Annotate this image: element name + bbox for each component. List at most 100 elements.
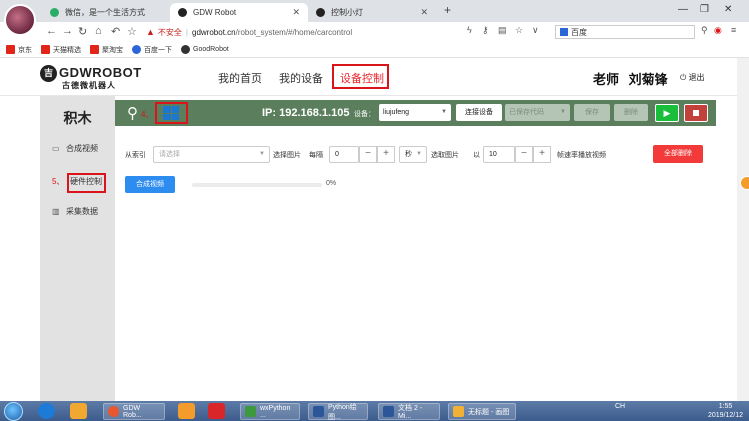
saved-code-select[interactable]: 已保存代码 ▼ <box>505 104 570 121</box>
reader-icon[interactable]: ▤ <box>498 25 507 36</box>
page-scrollbar[interactable] <box>737 58 749 401</box>
taskbar-app-python-draw[interactable]: Python绘图... <box>308 403 368 421</box>
bookmark-star-icon[interactable]: ☆ <box>515 25 523 36</box>
stop-button[interactable] <box>684 104 708 122</box>
interval-decrement-button[interactable]: − <box>359 146 377 163</box>
extension-icon[interactable]: ◉ <box>714 25 722 36</box>
close-tab-icon[interactable]: ✕ <box>420 7 428 18</box>
sidebar-item-compose-video[interactable]: ▭ 合成视频 <box>52 143 98 154</box>
bookmark-label: 聚淘宝 <box>102 46 123 54</box>
taskbar-app-document[interactable]: 文档 2 - Mi... <box>378 403 440 420</box>
taskbar-app-label: GDW Rob... <box>123 404 142 419</box>
from-index-select[interactable]: 请选择 ▼ <box>153 146 270 163</box>
search-engine-box[interactable]: 百度 <box>555 25 695 39</box>
word-icon <box>313 406 324 417</box>
baidu-icon <box>560 28 568 36</box>
sidebar-item-collect-data[interactable]: ▥ 采集数据 <box>52 206 98 217</box>
device-select[interactable]: liujufeng ▼ <box>379 104 451 121</box>
minimize-button[interactable]: — <box>678 4 688 15</box>
forward-icon[interactable]: → <box>62 25 73 37</box>
teacher-info: 老师 刘菊锋 <box>593 69 668 88</box>
ie-icon[interactable] <box>38 403 55 419</box>
unit-select[interactable]: 秒 ▼ <box>399 146 427 163</box>
jd-icon <box>6 45 15 54</box>
close-window-button[interactable]: ✕ <box>724 4 732 15</box>
home-icon[interactable]: ⌂ <box>95 25 102 37</box>
grid-view-icon[interactable] <box>163 106 179 120</box>
frame-rate-input[interactable]: 10 <box>483 146 515 163</box>
tab-label: GDW Robot <box>193 8 237 17</box>
ip-address: IP: 192.168.1.105 <box>262 107 350 119</box>
bookmark-tmall[interactable]: 天猫精选 <box>41 45 81 55</box>
search-engine-label: 百度 <box>571 27 587 37</box>
tab-wechat[interactable]: 微信，是一个生活方式 <box>42 3 170 22</box>
delete-button[interactable]: 删除 <box>614 104 648 121</box>
taskbar-app-paint[interactable]: 无标题 - 画图 <box>448 403 516 420</box>
select-image-label: 选择图片 <box>273 152 301 159</box>
annotation-number: 4、 <box>141 110 154 119</box>
taskbar-app-wxpython[interactable]: wxPython ... <box>240 403 300 420</box>
taskbar-app-label: 无标题 - 画图 <box>468 408 510 416</box>
taskbar-app-label: 文档 2 - Mi... <box>398 405 423 420</box>
tab-label: 微信，是一个生活方式 <box>65 8 145 17</box>
maximize-button[interactable]: ❐ <box>700 4 709 15</box>
chevron-down-icon: ▼ <box>259 151 265 157</box>
taskbar-app-label: Python绘图... <box>328 403 357 421</box>
search-icon[interactable]: ⚲ <box>701 25 708 36</box>
dropdown-icon[interactable]: ∨ <box>532 25 539 36</box>
bookmark-baidu[interactable]: 百度一下 <box>132 45 172 55</box>
logo-text: GDWROBOT <box>59 65 142 80</box>
from-index-placeholder: 请选择 <box>159 151 180 158</box>
star-icon[interactable]: ☆ <box>127 25 137 38</box>
interval-input[interactable]: 0 <box>329 146 359 163</box>
bookmark-jd[interactable]: 京东 <box>6 45 32 55</box>
lightning-icon[interactable]: ϟ <box>467 25 472 35</box>
floating-helper-icon[interactable] <box>740 176 749 190</box>
rate-decrement-button[interactable]: − <box>515 146 533 163</box>
control-bar: ⚲ 4、 IP: 192.168.1.105 设备： liujufeng ▼ 连… <box>115 100 716 126</box>
logout-button[interactable]: ⏻ 退出 <box>680 72 705 83</box>
connect-device-button[interactable]: 连接设备 <box>456 104 502 121</box>
menu-icon[interactable]: ≡ <box>731 25 736 35</box>
run-button[interactable]: ▶ <box>655 104 679 122</box>
pick-image-label: 选取图片 <box>431 152 459 159</box>
bookmark-goodrobot[interactable]: GoodRobot <box>181 45 229 54</box>
tab-control-light[interactable]: 控制小灯 ✕ <box>308 3 436 22</box>
undo-icon[interactable]: ↶ <box>111 25 120 38</box>
input-method-indicator[interactable]: CH <box>615 403 625 410</box>
tab-gdw-robot[interactable]: GDW Robot ✕ <box>170 3 308 22</box>
url-path: /robot_system/#/home/carcontrol <box>235 27 353 37</box>
taskbar-app-gdw[interactable]: GDW Rob... <box>103 403 165 420</box>
rate-prefix: 以 <box>473 152 480 159</box>
bookmark-label: 天猫精选 <box>53 46 81 54</box>
chevron-down-icon: ▼ <box>441 109 447 115</box>
windows-taskbar: GDW Rob... wxPython ... Python绘图... 文档 2… <box>0 401 749 421</box>
app-icon[interactable] <box>208 403 225 419</box>
nav-my-devices[interactable]: 我的设备 <box>279 70 323 86</box>
rate-increment-button[interactable]: + <box>533 146 551 163</box>
logout-label: 退出 <box>688 73 705 82</box>
compose-video-button[interactable]: 合成视频 <box>125 176 175 193</box>
teacher-label: 老师 <box>593 72 620 87</box>
interval-increment-button[interactable]: + <box>377 146 395 163</box>
compose-row: 合成视频 0% <box>125 176 425 194</box>
start-button[interactable] <box>4 402 23 421</box>
delete-all-button[interactable]: 全部删除 <box>653 145 703 163</box>
close-tab-icon[interactable]: ✕ <box>292 7 300 18</box>
new-tab-button[interactable]: + <box>444 3 451 17</box>
profile-avatar[interactable] <box>4 4 36 36</box>
back-icon[interactable]: ← <box>46 25 57 37</box>
nav-home[interactable]: 我的首页 <box>218 70 262 86</box>
chevron-down-icon: ▼ <box>560 109 566 115</box>
goodrobot-icon <box>181 45 190 54</box>
reload-icon[interactable]: ↻ <box>78 25 87 38</box>
media-icon[interactable] <box>70 403 87 419</box>
save-button[interactable]: 保存 <box>574 104 610 121</box>
bookmark-taobao[interactable]: 聚淘宝 <box>90 45 123 55</box>
system-clock[interactable]: 1:55 2019/12/12 <box>708 402 743 420</box>
sidebar-item-label: 采集数据 <box>66 207 98 216</box>
app-icon[interactable] <box>178 403 195 419</box>
logo-subtitle: 古德微机器人 <box>62 81 116 90</box>
key-icon[interactable]: ⚷ <box>482 25 489 36</box>
highlight-box <box>67 173 106 193</box>
